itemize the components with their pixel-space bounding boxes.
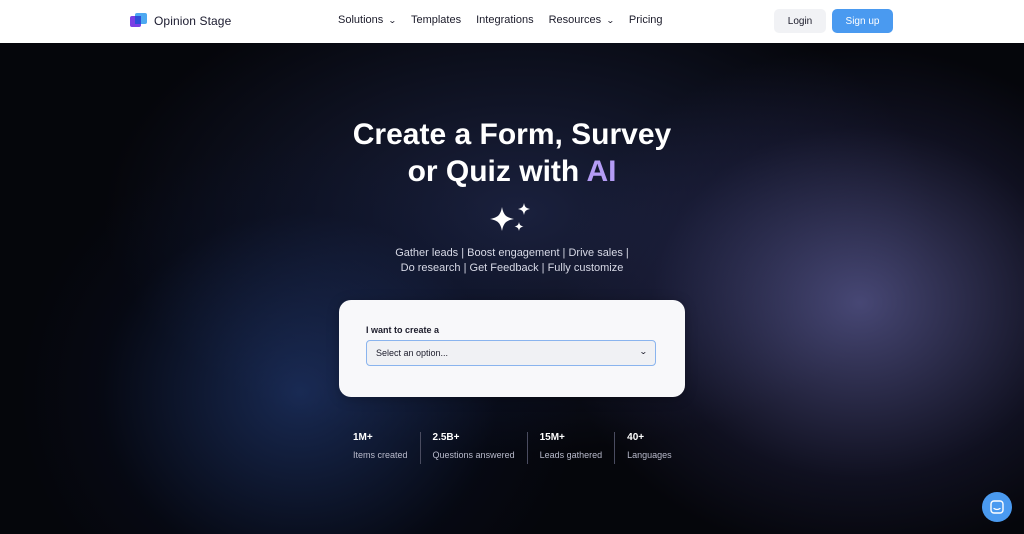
nav-item-label: Integrations (476, 14, 534, 26)
opinion-stage-logo-icon (130, 13, 148, 29)
chat-launcher-button[interactable] (982, 492, 1012, 522)
nav-item-label: Resources (548, 14, 602, 26)
page-title: Create a Form, Survey or Quiz with AI (312, 116, 712, 190)
stat-items-created: 1M+ Items created (353, 432, 421, 464)
nav-item-resources[interactable]: Resources ⌄ (548, 14, 615, 26)
stat-label: Items created (353, 450, 408, 460)
brand-logo[interactable]: Opinion Stage (130, 12, 231, 30)
login-button[interactable]: Login (774, 9, 826, 33)
main-menu: Solutions ⌄ Templates Integrations Resou… (338, 14, 678, 26)
headline-line-1: Create a Form, Survey (352, 118, 672, 151)
chevron-down-icon: ⌄ (388, 15, 397, 25)
nav-item-label: Pricing (628, 14, 663, 26)
nav-item-label: Solutions (338, 14, 384, 26)
create-type-select[interactable]: Select an option... ⌄ (366, 340, 656, 366)
nav-item-pricing[interactable]: Pricing (629, 14, 663, 26)
sparkles-icon (490, 203, 530, 231)
chevron-down-icon: ⌄ (606, 15, 615, 25)
tagline-line-2: Do research | Get Feedback | Fully custo… (400, 262, 624, 274)
stat-value: 2.5B+ (432, 432, 460, 443)
brand-name: Opinion Stage (154, 14, 232, 28)
signup-button[interactable]: Sign up (832, 9, 893, 33)
stat-leads-gathered: 15M+ Leads gathered (540, 432, 616, 464)
stat-value: 40+ (627, 432, 645, 443)
nav-item-solutions[interactable]: Solutions ⌄ (338, 14, 397, 26)
nav-item-templates[interactable]: Templates (411, 14, 461, 26)
stat-questions-answered: 2.5B+ Questions answered (433, 432, 528, 464)
stat-label: Leads gathered (539, 450, 603, 460)
stats-row: 1M+ Items created 2.5B+ Questions answer… (353, 432, 696, 464)
hero-section: Create a Form, Survey or Quiz with AI Ga… (0, 43, 1024, 534)
chevron-down-icon: ⌄ (639, 347, 649, 356)
headline-prefix: or Quiz with (407, 155, 587, 188)
stat-value: 15M+ (539, 432, 565, 443)
select-value: Select an option... (376, 348, 449, 358)
chat-icon (990, 500, 1004, 514)
tagline: Gather leads | Boost engagement | Drive … (362, 246, 662, 276)
stat-languages: 40+ Languages (627, 432, 684, 464)
stat-label: Questions answered (432, 450, 515, 460)
stat-value: 1M+ (353, 432, 373, 443)
headline-line-2: or Quiz with AI (312, 153, 712, 190)
top-nav: Opinion Stage Solutions ⌄ Templates Inte… (0, 0, 1024, 44)
create-type-label: I want to create a (366, 325, 440, 335)
nav-item-label: Templates (410, 14, 462, 26)
headline-highlight: AI (586, 155, 617, 188)
create-form-card: I want to create a Select an option... ⌄ (339, 300, 685, 397)
nav-item-integrations[interactable]: Integrations (476, 14, 533, 26)
tagline-line-1: Gather leads | Boost engagement | Drive … (395, 247, 629, 259)
stat-label: Languages (627, 450, 672, 460)
